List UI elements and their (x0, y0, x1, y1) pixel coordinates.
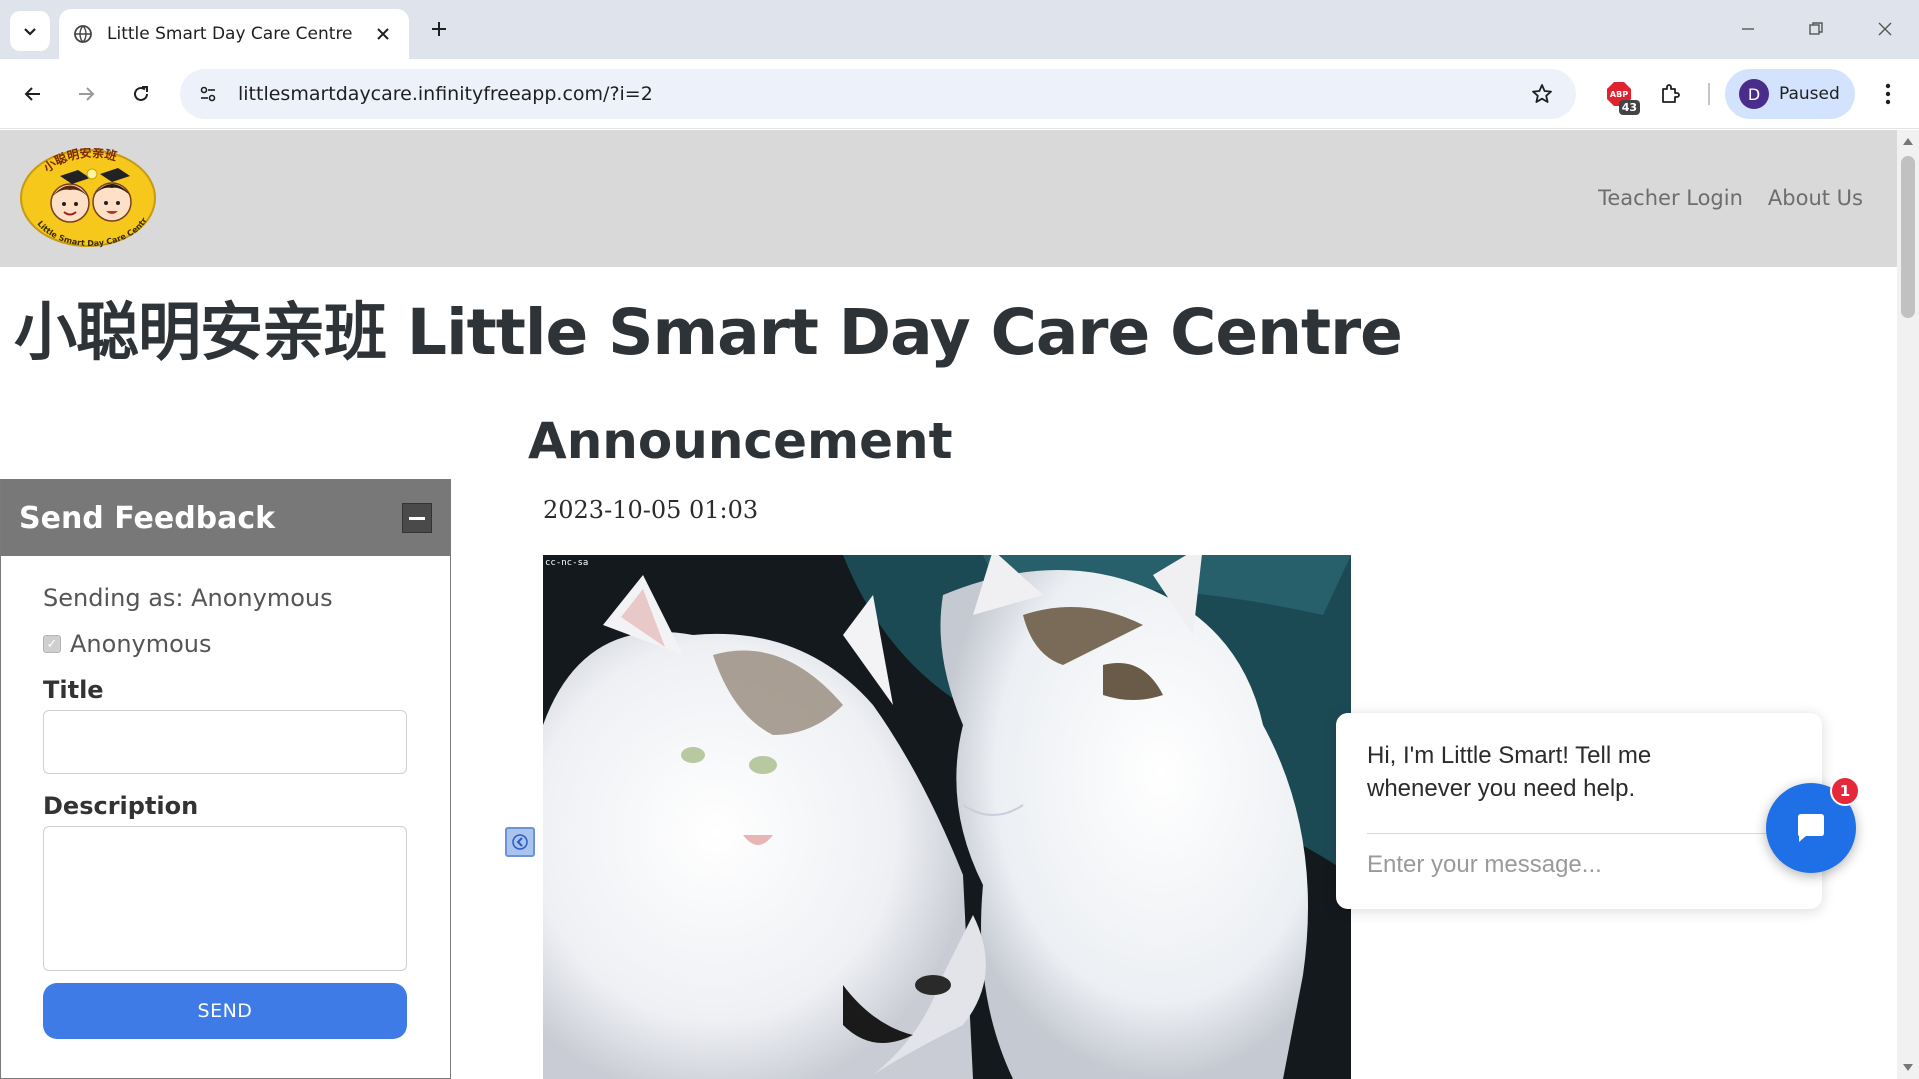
restore-button[interactable] (1801, 14, 1831, 44)
site-logo[interactable]: 小聪明安亲班 Little Smart Day Care Centre (17, 141, 160, 248)
description-label: Description (43, 792, 199, 820)
page-scrollbar[interactable] (1897, 130, 1919, 1079)
send-button[interactable]: SEND (43, 983, 407, 1039)
close-icon (1878, 22, 1892, 36)
bookmark-button[interactable] (1522, 74, 1562, 114)
globe-icon (74, 25, 92, 43)
logo-image: 小聪明安亲班 Little Smart Day Care Centre (17, 141, 156, 248)
anonymous-row: ✓ Anonymous (43, 630, 408, 658)
toolbar-separator (1708, 83, 1710, 105)
url-text[interactable]: littlesmartdaycare.infinityfreeapp.com/?… (238, 83, 1522, 105)
site-header: 小聪明安亲班 Little Smart Day Care Centre Teac… (0, 130, 1897, 267)
anonymous-checkbox[interactable]: ✓ (43, 635, 61, 653)
minus-icon (409, 516, 425, 520)
restore-icon (1809, 22, 1823, 35)
sending-as-text: Sending as: Anonymous (43, 584, 333, 612)
chevron-down-icon (24, 28, 36, 36)
cats-photo: cc-nc-sa (543, 555, 1351, 1079)
profile-button[interactable]: D Paused (1725, 69, 1855, 119)
page-viewport: 小聪明安亲班 Little Smart Day Care Centre Teac… (0, 130, 1897, 1079)
tune-icon (200, 86, 216, 102)
announcement-carousel-image: cc-nc-sa (543, 555, 1351, 1079)
forward-button[interactable] (68, 76, 104, 112)
chat-divider (1367, 833, 1769, 834)
feedback-header: Send Feedback (1, 480, 450, 556)
description-textarea[interactable] (43, 826, 407, 971)
svg-text:ABP: ABP (1610, 90, 1628, 99)
announcement-heading: Announcement (528, 412, 953, 470)
site-info-button[interactable] (188, 74, 228, 114)
puzzle-icon (1662, 84, 1680, 103)
profile-status: Paused (1779, 84, 1840, 104)
plus-icon (432, 22, 446, 36)
scroll-up-arrow[interactable] (1903, 138, 1913, 145)
star-icon (1532, 84, 1552, 103)
avatar: D (1739, 79, 1769, 109)
feedback-title: Send Feedback (19, 500, 276, 536)
page-title: 小聪明安亲班 Little Smart Day Care Centre (14, 296, 1403, 369)
close-window-button[interactable] (1870, 14, 1900, 44)
more-vert-icon (1885, 83, 1891, 105)
feedback-panel: Send Feedback Sending as: Anonymous ✓ An… (0, 479, 451, 1079)
title-label: Title (43, 676, 104, 704)
browser-tab-bar: Little Smart Day Care Centre (0, 0, 1919, 59)
extensions-button[interactable] (1652, 75, 1690, 113)
new-tab-button[interactable] (424, 14, 454, 44)
chat-notification-badge: 1 (1830, 776, 1860, 806)
tab-close-button[interactable] (371, 22, 395, 46)
title-input[interactable] (43, 710, 407, 774)
nav-about-us-link[interactable]: About Us (1768, 186, 1863, 210)
image-license-tag: cc-nc-sa (545, 558, 588, 568)
arrow-left-icon (24, 87, 40, 101)
site-nav: Teacher Login About Us (1598, 186, 1863, 210)
minimize-button[interactable] (1733, 14, 1763, 44)
feedback-form: Sending as: Anonymous ✓ Anonymous Title … (1, 556, 450, 1039)
feedback-collapse-button[interactable] (402, 503, 432, 533)
chat-popup: Hi, I'm Little Smart! Tell me whenever y… (1336, 713, 1822, 909)
chevron-left-icon (512, 834, 528, 850)
chat-greeting: Hi, I'm Little Smart! Tell me whenever y… (1367, 742, 1652, 802)
adblock-extension-button[interactable]: ABP 43 (1600, 75, 1640, 115)
anonymous-label: Anonymous (70, 630, 212, 658)
chat-bubble-icon (1798, 814, 1824, 842)
announcement-date: 2023-10-05 01:03 (543, 496, 759, 524)
back-button[interactable] (15, 76, 51, 112)
browser-menu-button[interactable] (1870, 76, 1906, 112)
arrow-right-icon (79, 87, 95, 101)
nav-teacher-login-link[interactable]: Teacher Login (1598, 186, 1743, 210)
scrollbar-thumb[interactable] (1901, 156, 1915, 318)
extension-badge: 43 (1618, 100, 1640, 115)
tab-title: Little Smart Day Care Centre (107, 24, 353, 44)
reload-button[interactable] (123, 76, 159, 112)
scroll-down-arrow[interactable] (1903, 1064, 1913, 1071)
minimize-icon (1742, 28, 1754, 30)
browser-toolbar: littlesmartdaycare.infinityfreeapp.com/?… (0, 59, 1919, 129)
carousel-prev-button[interactable] (505, 827, 535, 857)
reload-icon (134, 86, 148, 101)
tab-search-button[interactable] (10, 11, 50, 51)
address-bar[interactable]: littlesmartdaycare.infinityfreeapp.com/?… (180, 69, 1576, 119)
chat-message-input[interactable]: Enter your message... (1367, 851, 1602, 879)
browser-tab-active[interactable]: Little Smart Day Care Centre (59, 9, 409, 59)
close-icon (377, 28, 389, 40)
